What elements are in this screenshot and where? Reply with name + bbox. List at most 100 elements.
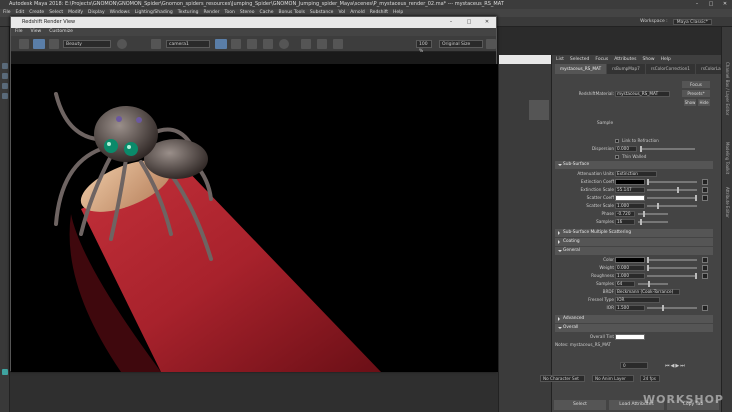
general-color-swatch[interactable] [615, 257, 645, 263]
workspace-combo[interactable]: Maya Classic* [672, 19, 712, 25]
rv-maximize-icon[interactable]: □ [460, 17, 478, 28]
modeling-toolkit-tab[interactable]: Modeling Toolkit [725, 142, 730, 174]
rv-menu-customize[interactable]: Customize [49, 28, 73, 36]
ae-menu-show[interactable]: Show [642, 55, 654, 64]
link-refraction-checkbox[interactable] [615, 139, 619, 143]
section-overall[interactable]: Overall [555, 324, 713, 332]
brdf-combo[interactable]: Beckmann (Cook-Torrance) [615, 289, 680, 295]
rv-menu-view[interactable]: View [31, 28, 42, 36]
anim-layer-combo[interactable]: No Anim Layer [592, 375, 634, 382]
save-image-icon[interactable] [317, 39, 327, 49]
general-samples-field[interactable]: 64 [615, 281, 635, 287]
layout-icon[interactable] [2, 369, 8, 375]
scatter-scale-field[interactable]: 1.000 [615, 203, 645, 209]
ae-menu-list[interactable]: List [556, 55, 564, 64]
zoom-field[interactable]: 100 % [416, 40, 432, 54]
ae-menu-help[interactable]: Help [661, 55, 671, 64]
fresnel-type-combo[interactable]: IOR [615, 297, 660, 303]
current-frame-field[interactable]: 0 [620, 362, 648, 369]
playback-controls-icon[interactable]: ⏮◀▶⏭ [665, 363, 686, 369]
grid-icon[interactable] [263, 39, 273, 49]
focus-button[interactable]: Focus [682, 81, 710, 88]
rv-close-icon[interactable]: ✕ [478, 17, 496, 28]
thin-walled-checkbox[interactable] [615, 155, 619, 159]
dispersion-field[interactable]: 0.000 [615, 146, 637, 152]
general-roughness-field[interactable]: 1.000 [615, 273, 645, 279]
region-render-icon[interactable] [215, 39, 227, 49]
extinction-scale-map-icon[interactable] [702, 187, 708, 193]
ior-field[interactable]: 1.500 [615, 305, 645, 311]
phase-field[interactable]: -0.720 [615, 211, 635, 217]
select-button[interactable]: Select [554, 400, 606, 410]
section-coating[interactable]: Coating [555, 238, 713, 246]
overall-tint-swatch[interactable] [615, 334, 645, 340]
exposure-icon[interactable] [279, 39, 289, 49]
extinction-coeff-swatch[interactable] [615, 179, 645, 185]
general-roughness-map-icon[interactable] [702, 273, 708, 279]
general-samples-slider[interactable] [638, 281, 668, 287]
general-color-slider[interactable] [647, 257, 697, 263]
frame-icon[interactable] [231, 39, 241, 49]
ae-menu-selected[interactable]: Selected [570, 55, 590, 64]
dispersion-slider[interactable] [640, 146, 695, 152]
snapshot-icon[interactable] [49, 39, 59, 49]
close-icon[interactable]: ✕ [718, 0, 732, 9]
camera-combo[interactable]: camera1 [166, 40, 210, 48]
minimize-icon[interactable]: – [690, 0, 704, 9]
select-tool-icon[interactable] [2, 63, 8, 69]
tab-colorcorrection[interactable]: rsColorCorrection1 [645, 64, 695, 74]
tab-bumpmap[interactable]: rsBumpMap7 [607, 64, 645, 74]
extinction-coeff-slider[interactable] [647, 179, 697, 185]
lasso-tool-icon[interactable] [2, 73, 8, 79]
move-tool-icon[interactable] [2, 93, 8, 99]
redshift-render-view: Redshift Render View – □ ✕ File View Custo… [10, 16, 498, 372]
general-weight-slider[interactable] [647, 265, 697, 271]
render-start-icon[interactable] [19, 39, 29, 49]
scatter-coeff-slider[interactable] [647, 195, 697, 201]
presets-button[interactable]: Presets* [682, 90, 710, 97]
settings-gear-icon[interactable] [486, 39, 496, 49]
rv-minimize-icon[interactable]: – [442, 17, 460, 28]
ior-map-icon[interactable] [702, 305, 708, 311]
scatter-coeff-swatch[interactable] [615, 195, 645, 201]
show-button[interactable]: Show [684, 99, 696, 106]
rv-menu-file[interactable]: File [15, 28, 23, 36]
size-combo[interactable]: Original Size [439, 40, 483, 48]
extinction-scale-field[interactable]: 55.147 [615, 187, 645, 193]
section-sub-surface[interactable]: Sub-Surface [555, 161, 713, 169]
fps-combo[interactable]: 24 fps [640, 375, 660, 382]
scatter-coeff-map-icon[interactable] [702, 195, 708, 201]
color-picker-icon[interactable] [117, 39, 127, 49]
material-name-field[interactable]: mystaceus_RS_MAT [615, 91, 670, 97]
ss-samples-field[interactable]: 16 [615, 219, 635, 225]
ipr-icon[interactable] [33, 39, 45, 49]
compare-icon[interactable] [301, 39, 311, 49]
history-icon[interactable] [333, 39, 343, 49]
ae-menu-attributes[interactable]: Attributes [614, 55, 636, 64]
section-advanced[interactable]: Advanced [555, 315, 713, 323]
ss-samples-slider[interactable] [638, 219, 668, 225]
attenuation-units-combo[interactable]: Extinction [615, 171, 657, 177]
character-set-combo[interactable]: No Character Set [540, 375, 585, 382]
section-sss-multiple[interactable]: Sub-Surface Multiple Scattering [555, 229, 713, 237]
channel-box-tab[interactable]: Channel Box / Layer Editor [725, 62, 730, 115]
hide-button[interactable]: Hide [698, 99, 710, 106]
phase-slider[interactable] [638, 211, 668, 217]
ior-slider[interactable] [647, 305, 697, 311]
aov-combo[interactable]: Beauty [63, 40, 111, 48]
tab-material[interactable]: mystaceus_RS_MAT [555, 64, 607, 74]
maximize-icon[interactable]: □ [704, 0, 718, 9]
ae-menu-focus[interactable]: Focus [595, 55, 608, 64]
attribute-editor-tab[interactable]: Attribute Editor [725, 187, 730, 218]
fit-icon[interactable] [247, 39, 257, 49]
extinction-coeff-map-icon[interactable] [702, 179, 708, 185]
general-roughness-slider[interactable] [647, 273, 697, 279]
general-weight-field[interactable]: 0.000 [615, 265, 645, 271]
crop-icon[interactable] [151, 39, 161, 49]
scatter-scale-slider[interactable] [647, 203, 697, 209]
section-general[interactable]: General [555, 247, 713, 255]
paint-select-icon[interactable] [2, 83, 8, 89]
extinction-scale-slider[interactable] [647, 187, 697, 193]
general-color-map-icon[interactable] [702, 257, 708, 263]
general-weight-map-icon[interactable] [702, 265, 708, 271]
